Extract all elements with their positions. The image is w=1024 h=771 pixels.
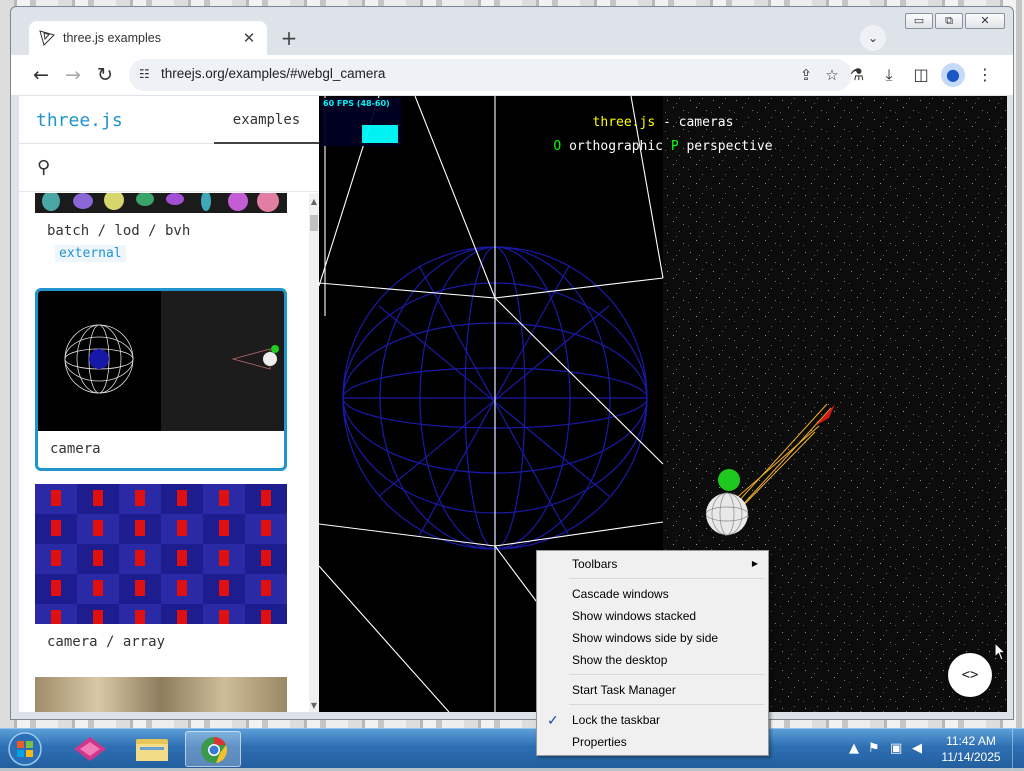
start-button[interactable] bbox=[4, 730, 46, 768]
external-badge: external bbox=[55, 245, 126, 262]
menu-item-label: Cascade windows bbox=[572, 587, 669, 601]
forward-arrow-icon[interactable]: → bbox=[61, 63, 85, 87]
clock-time: 11:42 AM bbox=[946, 734, 996, 748]
side-panel-icon[interactable]: ◫ bbox=[909, 63, 933, 87]
action-center-flag-icon[interactable]: ⚑ bbox=[868, 741, 880, 756]
bookmark-star-icon[interactable]: ☆ bbox=[822, 65, 842, 85]
menu-item-task-manager[interactable]: Start Task Manager bbox=[539, 679, 766, 701]
file-explorer-icon[interactable] bbox=[124, 731, 180, 767]
example-label: camera / array bbox=[47, 634, 166, 650]
scroll-down-icon[interactable]: ▼ bbox=[309, 701, 319, 710]
example-thumbnail bbox=[35, 484, 287, 624]
menu-item-label: Show windows stacked bbox=[572, 609, 697, 623]
example-list: batch / lod / bvh external camera camera… bbox=[19, 193, 309, 712]
menu-item-properties[interactable]: Properties bbox=[539, 731, 766, 753]
chrome-taskbar-icon[interactable] bbox=[185, 731, 241, 767]
menu-item-toolbars[interactable]: Toolbars ▶ bbox=[539, 553, 766, 575]
key-p: P bbox=[670, 139, 679, 154]
example-thumbnail bbox=[38, 291, 284, 431]
back-arrow-icon[interactable]: ← bbox=[29, 63, 53, 87]
browser-window: ▭ ⧉ ✕ three.js examples ✕ + ⌄ ← → ↻ ☷ th… bbox=[10, 6, 1014, 720]
taskbar-clock[interactable]: 11:42 AM 11/14/2025 bbox=[940, 733, 1002, 765]
new-tab-button[interactable]: + bbox=[277, 27, 301, 51]
menu-item-show-desktop[interactable]: Show the desktop bbox=[539, 649, 766, 671]
menu-item-show-windows-stacked[interactable]: Show windows stacked bbox=[539, 605, 766, 627]
download-icon[interactable]: ⤓ bbox=[877, 63, 901, 87]
labs-flask-icon[interactable]: ⚗ bbox=[845, 63, 869, 87]
view-source-button[interactable]: <> bbox=[948, 653, 992, 697]
browser-toolbar: ← → ↻ ☷ threejs.org/examples/#webgl_came… bbox=[11, 55, 1013, 95]
show-desktop-button[interactable] bbox=[1012, 729, 1024, 769]
label-orthographic: orthographic bbox=[561, 139, 671, 154]
scene-info-overlay: three.js - cameras O orthographic P pers… bbox=[319, 111, 1007, 159]
tab-threejs-examples[interactable]: three.js examples ✕ bbox=[29, 21, 267, 55]
threejs-link[interactable]: three.js bbox=[593, 115, 656, 130]
threejs-brand-link[interactable]: three.js bbox=[36, 110, 123, 131]
site-settings-icon[interactable]: ☷ bbox=[139, 67, 155, 83]
tab-examples[interactable]: examples bbox=[214, 96, 319, 144]
camera-key-hints: O orthographic P perspective bbox=[319, 135, 1007, 159]
sidebar-header: three.js examples bbox=[19, 96, 319, 144]
scroll-up-icon[interactable]: ▲ bbox=[309, 197, 319, 206]
menu-separator bbox=[569, 578, 764, 579]
menu-separator bbox=[569, 674, 764, 675]
example-card-next[interactable] bbox=[35, 677, 287, 712]
profile-avatar-icon[interactable]: ● bbox=[941, 63, 965, 87]
menu-item-label: Properties bbox=[572, 735, 627, 749]
menu-item-label: Toolbars bbox=[572, 557, 618, 571]
example-card-camera-array[interactable]: camera / array bbox=[35, 484, 287, 664]
tab-title: three.js examples bbox=[63, 31, 161, 45]
sidebar-scrollbar[interactable]: ▲ ▼ bbox=[309, 193, 319, 712]
sidebar-search[interactable]: ⚲ bbox=[19, 144, 319, 192]
menu-kebab-icon[interactable]: ⋮ bbox=[973, 63, 997, 87]
menu-separator bbox=[569, 704, 764, 705]
menu-item-cascade-windows[interactable]: Cascade windows bbox=[539, 583, 766, 605]
label-perspective: perspective bbox=[678, 139, 773, 154]
taskbar-app-pink[interactable] bbox=[62, 731, 118, 767]
menu-item-lock-taskbar[interactable]: ✓ Lock the taskbar bbox=[539, 709, 766, 731]
menu-item-label: Show windows side by side bbox=[572, 631, 719, 645]
example-card-batch-lod-bvh[interactable]: batch / lod / bvh external bbox=[35, 193, 287, 276]
url-text[interactable]: threejs.org/examples/#webgl_camera bbox=[161, 66, 385, 81]
example-thumbnail bbox=[35, 193, 287, 213]
network-icon[interactable]: ▣ bbox=[890, 741, 902, 756]
system-tray: ▲ ⚑ ▣ ◀ 11:42 AM 11/14/2025 bbox=[824, 729, 1024, 769]
scene-title-rest: - cameras bbox=[655, 115, 734, 130]
share-icon[interactable]: ⇪ bbox=[796, 65, 816, 85]
tab-search-button[interactable]: ⌄ bbox=[860, 25, 886, 51]
tab-close-icon[interactable]: ✕ bbox=[241, 29, 257, 47]
example-thumbnail bbox=[35, 677, 287, 712]
menu-item-label: Lock the taskbar bbox=[572, 713, 661, 727]
threejs-favicon-icon bbox=[39, 30, 55, 46]
example-label: batch / lod / bvh bbox=[47, 223, 191, 239]
address-bar[interactable]: ☷ threejs.org/examples/#webgl_camera ⇪ ☆ bbox=[129, 59, 852, 91]
examples-sidebar: three.js examples ⚲ batch / lod / bvh ex… bbox=[19, 96, 319, 712]
example-label: camera bbox=[50, 441, 101, 457]
checkmark-icon: ✓ bbox=[547, 712, 559, 728]
scrollbar-thumb[interactable] bbox=[310, 215, 318, 231]
menu-item-label: Show the desktop bbox=[572, 653, 668, 667]
windows-taskbar: ▲ ⚑ ▣ ◀ 11:42 AM 11/14/2025 bbox=[0, 728, 1024, 769]
tab-strip: three.js examples ✕ + ⌄ bbox=[11, 21, 1013, 55]
menu-item-label: Start Task Manager bbox=[572, 683, 676, 697]
taskbar-context-menu: Toolbars ▶ Cascade windows Show windows s… bbox=[536, 550, 769, 756]
scene-title: three.js - cameras bbox=[319, 111, 1007, 135]
mouse-pointer-icon bbox=[994, 641, 1008, 665]
submenu-arrow-icon: ▶ bbox=[751, 559, 758, 568]
page-viewport: three.js examples ⚲ batch / lod / bvh ex… bbox=[19, 96, 1007, 712]
clock-date: 11/14/2025 bbox=[941, 750, 1001, 764]
show-hidden-icons-icon[interactable]: ▲ bbox=[849, 741, 859, 756]
example-card-camera[interactable]: camera bbox=[35, 288, 287, 471]
volume-muted-icon[interactable]: ◀ bbox=[912, 741, 922, 756]
fps-text: 60 FPS (48-60) bbox=[323, 99, 390, 108]
search-icon[interactable]: ⚲ bbox=[37, 157, 50, 178]
menu-item-show-windows-side-by-side[interactable]: Show windows side by side bbox=[539, 627, 766, 649]
reload-icon[interactable]: ↻ bbox=[93, 63, 117, 87]
